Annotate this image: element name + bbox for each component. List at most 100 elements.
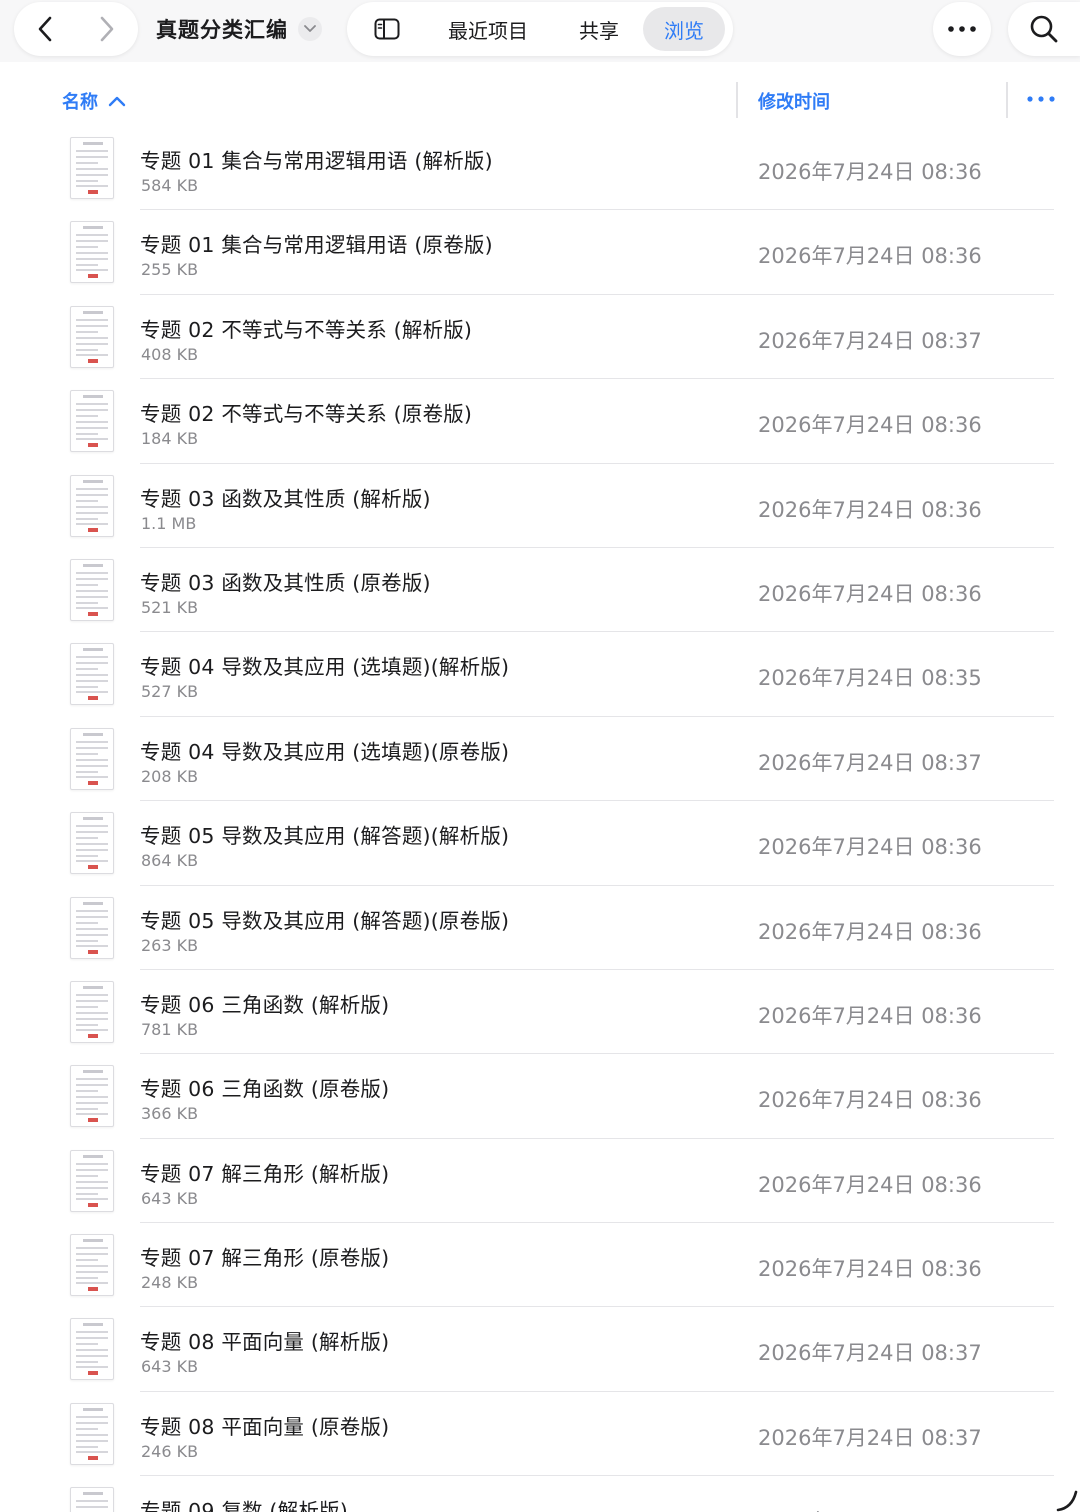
file-name: 专题 08 平面向量 (解析版) <box>140 1330 390 1355</box>
file-row[interactable]: 专题 03 函数及其性质 (原卷版) 521 KB 2026年7月24日 08:36 <box>0 548 1080 633</box>
file-size: 584 KB <box>141 176 199 195</box>
file-name: 专题 05 导数及其应用 (解答题)(解析版) <box>140 824 510 849</box>
file-size: 408 KB <box>141 344 199 364</box>
folder-title: 真题分类汇编 <box>156 18 288 42</box>
file-size: 248 KB <box>141 1273 199 1293</box>
sidebar-toggle-button[interactable] <box>361 7 413 51</box>
file-row[interactable]: 专题 02 不等式与不等关系 (解析版) 408 KB 2026年7月24日 08:… <box>0 295 1080 380</box>
sidebar-icon <box>374 18 400 40</box>
pdf-thumbnail-icon <box>70 1065 114 1128</box>
file-name: 专题 07 解三角形 (解析版) <box>140 1161 390 1186</box>
pdf-thumbnail-icon <box>70 1487 114 1512</box>
file-size: 246 KB <box>141 1441 199 1461</box>
file-size: 643 KB <box>141 1357 199 1377</box>
file-size: 208 KB <box>141 766 199 786</box>
pdf-thumbnail-icon <box>70 305 114 368</box>
file-row[interactable]: 专题 06 三角函数 (原卷版) 366 KB 2026年7月24日 08:36 <box>0 1054 1080 1139</box>
file-size: 643 KB <box>141 1188 199 1208</box>
pdf-thumbnail-icon <box>70 896 114 959</box>
file-size: 521 KB <box>141 597 199 617</box>
pdf-thumbnail-icon <box>70 1402 114 1465</box>
view-tabs: 最近项目 共享 浏览 <box>347 2 733 56</box>
file-modified-date: 2026年7月24日 08:37 <box>758 1425 982 1450</box>
file-row[interactable]: 专题 04 导数及其应用 (选填题)(解析版) 527 KB 2026年7月24日 … <box>0 632 1080 717</box>
file-size: 864 KB <box>141 851 199 871</box>
title-menu-button[interactable] <box>298 17 322 41</box>
pdf-thumbnail-icon <box>70 221 114 284</box>
file-name: 专题 01 集合与常用逻辑用语 (解析版) <box>140 149 493 173</box>
file-size: 1.1 MB <box>141 513 197 533</box>
search-button[interactable] <box>1008 2 1080 56</box>
column-name-sort[interactable]: 名称 <box>62 88 126 114</box>
resize-corner-icon <box>1056 1490 1078 1512</box>
file-modified-date: 2026年7月24日 08:36 <box>758 1088 982 1113</box>
pdf-thumbnail-icon <box>70 727 114 790</box>
file-row[interactable]: 专题 03 函数及其性质 (解析版) 1.1 MB 2026年7月24日 08:36 <box>0 464 1080 548</box>
chevron-left-icon <box>38 16 52 42</box>
tab-browse[interactable]: 浏览 <box>643 7 725 51</box>
file-size: 781 KB <box>141 1019 199 1039</box>
file-row[interactable]: 专题 04 导数及其应用 (选填题)(原卷版) 208 KB 2026年7月24日 … <box>0 717 1080 802</box>
file-name: 专题 09 复数 (解析版) <box>140 1499 348 1512</box>
file-size: 184 KB <box>141 429 199 449</box>
file-name: 专题 08 平面向量 (原卷版) <box>140 1414 390 1439</box>
file-modified-date: 2026年7月24日 08:36 <box>758 413 982 438</box>
file-row[interactable]: 专题 09 复数 (解析版) 2026年7月24日 08:37 <box>0 1476 1080 1512</box>
pdf-thumbnail-icon <box>70 980 114 1043</box>
column-divider[interactable] <box>736 82 738 118</box>
file-row[interactable]: 专题 05 导数及其应用 (解答题)(原卷版) 263 KB 2026年7月24日 … <box>0 886 1080 970</box>
file-modified-date: 2026年7月24日 08:36 <box>758 581 982 606</box>
file-name: 专题 07 解三角形 (原卷版) <box>140 1246 390 1271</box>
file-row[interactable]: 专题 06 三角函数 (解析版) 781 KB 2026年7月24日 08:36 <box>0 970 1080 1055</box>
pdf-thumbnail-icon <box>70 1318 114 1381</box>
column-divider[interactable] <box>1006 82 1008 118</box>
pdf-thumbnail-icon <box>70 1149 114 1212</box>
files-app-window: 真题分类汇编 最近项目 共享 浏览 名称 修改时间 专题 01 集合与常用逻辑用… <box>0 0 1080 1512</box>
toolbar: 真题分类汇编 最近项目 共享 浏览 <box>0 0 1080 62</box>
ellipsis-icon <box>948 26 976 32</box>
file-name: 专题 04 导数及其应用 (选填题)(原卷版) <box>140 739 510 764</box>
file-row[interactable]: 专题 08 平面向量 (原卷版) 246 KB 2026年7月24日 08:37 <box>0 1392 1080 1477</box>
file-row[interactable]: 专题 01 集合与常用逻辑用语 (原卷版) 255 KB 2026年7月24日 08… <box>0 210 1080 295</box>
column-options-button[interactable] <box>1024 86 1058 112</box>
file-row[interactable]: 专题 07 解三角形 (原卷版) 248 KB 2026年7月24日 08:36 <box>0 1223 1080 1308</box>
file-row[interactable]: 专题 05 导数及其应用 (解答题)(解析版) 864 KB 2026年7月24日 … <box>0 801 1080 886</box>
file-name: 专题 01 集合与常用逻辑用语 (原卷版) <box>140 233 493 258</box>
file-row[interactable]: 专题 01 集合与常用逻辑用语 (解析版) 584 KB 2026年7月24日 08… <box>0 126 1080 211</box>
back-button[interactable] <box>14 2 76 56</box>
more-button[interactable] <box>933 2 991 56</box>
file-name: 专题 05 导数及其应用 (解答题)(原卷版) <box>140 908 510 933</box>
file-modified-date: 2026年7月24日 08:36 <box>758 497 982 522</box>
folder-title-menu[interactable]: 真题分类汇编 <box>156 8 322 50</box>
file-size: 263 KB <box>141 935 199 955</box>
file-row[interactable]: 专题 07 解三角形 (解析版) 643 KB 2026年7月24日 08:36 <box>0 1139 1080 1224</box>
tab-recents[interactable]: 最近项目 <box>433 7 543 51</box>
file-row[interactable]: 专题 02 不等式与不等关系 (原卷版) 184 KB 2026年7月24日 08:… <box>0 379 1080 464</box>
file-modified-date: 2026年7月24日 08:37 <box>758 328 982 353</box>
file-size: 255 KB <box>141 260 199 280</box>
file-modified-date: 2026年7月24日 08:36 <box>758 160 982 184</box>
file-name: 专题 06 三角函数 (原卷版) <box>140 1077 390 1102</box>
chevron-down-icon <box>304 25 316 32</box>
file-name: 专题 03 函数及其性质 (解析版) <box>140 486 431 511</box>
pdf-thumbnail-icon <box>70 643 114 706</box>
tab-shared[interactable]: 共享 <box>561 7 637 51</box>
file-modified-date: 2026年7月24日 08:36 <box>758 1172 982 1197</box>
column-modified-label[interactable]: 修改时间 <box>758 88 830 114</box>
file-modified-date: 2026年7月24日 08:35 <box>758 666 982 691</box>
file-row[interactable]: 专题 08 平面向量 (解析版) 643 KB 2026年7月24日 08:37 <box>0 1307 1080 1392</box>
forward-button[interactable] <box>76 2 138 56</box>
file-name: 专题 04 导数及其应用 (选填题)(解析版) <box>140 655 510 680</box>
file-modified-date: 2026年7月24日 08:36 <box>758 1257 982 1282</box>
file-modified-date: 2026年7月24日 08:36 <box>758 919 982 944</box>
file-name: 专题 02 不等式与不等关系 (解析版) <box>140 317 473 342</box>
column-name-label: 名称 <box>62 92 98 113</box>
pdf-thumbnail-icon <box>70 474 114 537</box>
file-size: 366 KB <box>141 1104 199 1124</box>
file-list: 专题 01 集合与常用逻辑用语 (解析版) 584 KB 2026年7月24日 08… <box>0 126 1080 1512</box>
file-name: 专题 03 函数及其性质 (原卷版) <box>140 570 431 595</box>
file-size: 527 KB <box>141 682 199 702</box>
search-icon <box>1030 15 1058 43</box>
file-modified-date: 2026年7月24日 08:36 <box>758 1003 982 1028</box>
file-modified-date: 2026年7月24日 08:36 <box>758 244 982 269</box>
